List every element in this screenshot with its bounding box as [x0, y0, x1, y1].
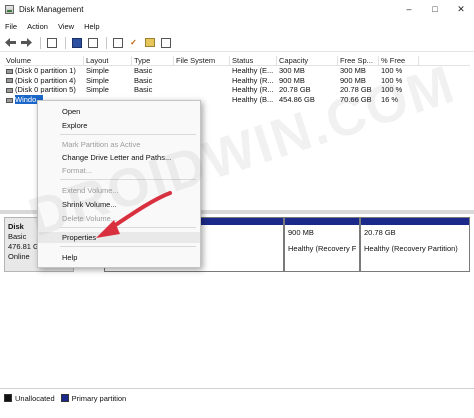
partition-status: Healthy (Recovery Partition) [364, 244, 458, 253]
cell-percent-free: 16 % [381, 95, 399, 105]
cell-volume: (Disk 0 partition 1) [15, 66, 76, 76]
primary-partition-bar [285, 218, 359, 225]
menu-item-help[interactable]: Help [38, 252, 200, 263]
cell-capacity: 300 MB [279, 66, 305, 76]
volume-icon [6, 78, 13, 84]
cell-percent-free: 100 % [381, 66, 403, 76]
menu-separator [60, 179, 196, 180]
partition-status: Healthy (Recovery F [288, 244, 357, 253]
cell-type: Basic [134, 75, 153, 85]
legend-divider [0, 388, 474, 389]
partition-size: 20.78 GB [364, 228, 396, 237]
check-icon[interactable]: ✓ [127, 36, 140, 49]
col-layout[interactable]: Layout [84, 55, 132, 65]
menu-action[interactable]: Action [27, 22, 48, 31]
cell-capacity: 20.78 GB [279, 85, 311, 95]
volume-list: Volume Layout Type File System Status Ca… [4, 55, 470, 105]
cell-volume: (Disk 0 partition 4) [15, 75, 76, 85]
toolbar-separator [40, 36, 41, 49]
annotation-arrow-icon [96, 191, 172, 238]
cell-layout: Simple [86, 66, 109, 76]
menu-item-change-drive-letter[interactable]: Change Drive Letter and Paths... [38, 152, 200, 163]
layout-icon[interactable] [111, 36, 124, 49]
cell-percent-free: 100 % [381, 85, 403, 95]
cell-status: Healthy (B... [232, 95, 274, 105]
cell-status: Healthy (R... [232, 75, 274, 85]
forward-arrow-icon[interactable] [20, 36, 33, 49]
close-button[interactable]: ✕ [448, 0, 474, 18]
toolbar-separator [106, 36, 107, 49]
partition-size: 900 MB [288, 228, 314, 237]
col-type[interactable]: Type [132, 55, 174, 65]
toolbar-separator [65, 36, 66, 49]
toolbar: ✓ [0, 34, 474, 52]
menu-help[interactable]: Help [84, 22, 99, 31]
folder-icon[interactable] [143, 36, 156, 49]
menu-bar: File Action View Help [0, 19, 474, 33]
list-icon[interactable] [159, 36, 172, 49]
menu-item-explore[interactable]: Explore [38, 120, 200, 131]
table-row[interactable]: (Disk 0 partition 4) Simple Basic Health… [4, 76, 470, 86]
legend-primary-partition: Primary partition [71, 393, 127, 403]
minimize-button[interactable]: – [396, 0, 422, 18]
menu-separator [60, 246, 196, 247]
cell-layout: Simple [86, 75, 109, 85]
volume-list-header: Volume Layout Type File System Status Ca… [4, 55, 470, 66]
cell-type: Basic [134, 85, 153, 95]
context-menu: Open Explore Mark Partition as Active Ch… [37, 100, 201, 268]
menu-file[interactable]: File [5, 22, 17, 31]
menu-item-format: Format... [62, 166, 93, 175]
disk-management-icon [5, 4, 14, 14]
volume-icon [6, 97, 13, 103]
menu-view[interactable]: View [58, 22, 74, 31]
window-controls: – □ ✕ [396, 0, 474, 18]
menu-item-open[interactable]: Open [38, 106, 200, 117]
title-bar: Disk Management – □ ✕ [0, 0, 474, 18]
cell-volume: (Disk 0 partition 5) [15, 85, 76, 95]
cell-free-space: 20.78 GB [340, 85, 372, 95]
col-free-space[interactable]: Free Sp... [338, 55, 379, 65]
volume-icon [6, 68, 13, 74]
table-row[interactable]: (Disk 0 partition 5) Simple Basic Health… [4, 85, 470, 95]
properties-icon[interactable] [86, 36, 99, 49]
cell-capacity: 900 MB [279, 75, 305, 85]
back-arrow-icon[interactable] [4, 36, 17, 49]
col-file-system[interactable]: File System [174, 55, 230, 65]
legend-unallocated: Unallocated [15, 393, 55, 403]
cell-capacity: 454.86 GB [279, 95, 315, 105]
partition-recovery-2[interactable]: 20.78 GB Healthy (Recovery Partition) [360, 217, 470, 272]
col-status[interactable]: Status [230, 55, 277, 65]
partition-recovery-1[interactable]: 900 MB Healthy (Recovery F [284, 217, 360, 272]
legend: Unallocated Primary partition [4, 393, 132, 403]
help-icon[interactable] [70, 36, 83, 49]
cell-free-space: 900 MB [340, 75, 366, 85]
menu-item-mark-active: Mark Partition as Active [62, 140, 141, 149]
maximize-button[interactable]: □ [422, 0, 448, 18]
unallocated-swatch [4, 394, 12, 402]
col-percent-free[interactable]: % Free [379, 55, 419, 65]
cell-free-space: 70.66 GB [340, 95, 372, 105]
primary-partition-swatch [60, 394, 69, 402]
primary-partition-bar [361, 218, 469, 225]
cell-free-space: 300 MB [340, 66, 366, 76]
cell-status: Healthy (E... [232, 66, 274, 76]
window-title: Disk Management [19, 4, 84, 14]
cell-percent-free: 100 % [381, 75, 403, 85]
cell-type: Basic [134, 66, 153, 76]
volume-icon [6, 88, 13, 93]
console-tree-icon[interactable] [45, 36, 58, 49]
menu-separator [60, 134, 196, 135]
cell-layout: Simple [86, 85, 109, 95]
cell-status: Healthy (R... [232, 85, 274, 95]
col-volume[interactable]: Volume [4, 55, 84, 65]
table-row[interactable]: (Disk 0 partition 1) Simple Basic Health… [4, 66, 470, 76]
col-capacity[interactable]: Capacity [277, 55, 338, 65]
